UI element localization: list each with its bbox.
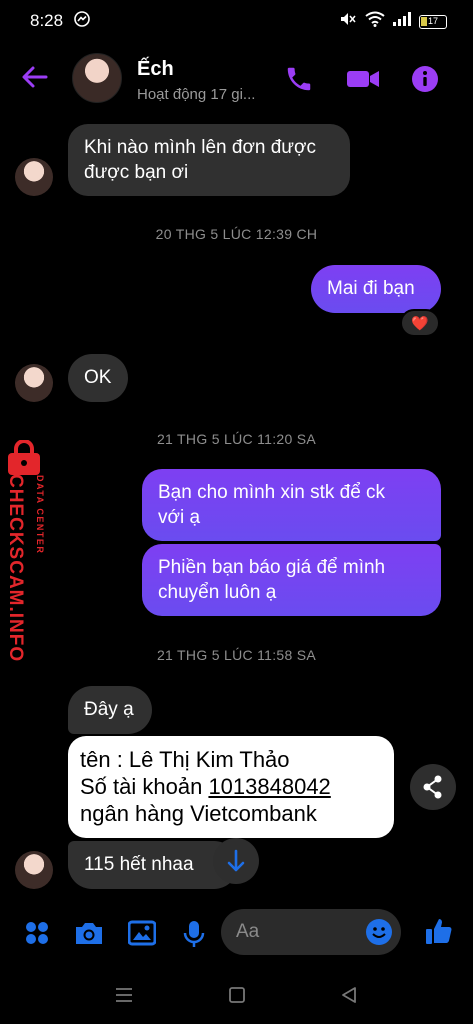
more-options-icon[interactable]	[24, 920, 50, 951]
account-number[interactable]: 1013848042	[208, 774, 330, 799]
info-icon[interactable]	[410, 64, 440, 99]
messenger-notification-icon	[74, 11, 90, 32]
message-bubble-incoming[interactable]: Khi nào mình lên đơn được được bạn ơi	[68, 124, 350, 196]
conversation-header: Ếch Hoạt động 17 gi...	[0, 46, 473, 114]
back-nav-icon[interactable]	[340, 986, 358, 1009]
message-bubble-outgoing[interactable]: Mai đi bạn	[311, 265, 441, 313]
sender-avatar[interactable]	[15, 851, 53, 889]
message-timestamp: 20 THG 5 LÚC 12:39 CH	[155, 226, 318, 242]
contact-active-status: Hoạt động 17 gi...	[137, 86, 256, 103]
gallery-icon[interactable]	[127, 920, 157, 951]
watermark: DATA CENTER CHECKSCAM.INFO	[0, 439, 52, 670]
heart-reaction-icon[interactable]: ❤️	[400, 309, 440, 337]
mute-icon	[337, 11, 357, 32]
message-input-placeholder: Aa	[236, 921, 260, 942]
watermark-site: CHECKSCAM.INFO	[5, 474, 26, 663]
battery-icon: 17	[419, 14, 447, 29]
message-bubble-outgoing[interactable]: Bạn cho mình xin stk để ck với ạ	[142, 469, 441, 541]
watermark-subtitle: DATA CENTER	[35, 475, 45, 555]
message-bubble-incoming[interactable]: Đây ạ	[68, 686, 152, 734]
bank-account-message[interactable]: tên : Lê Thị Kim Thảo Số tài khoản 10138…	[68, 736, 394, 838]
message-timestamp: 21 THG 5 LÚC 11:58 SA	[156, 647, 317, 663]
menu-nav-icon[interactable]	[115, 986, 133, 1009]
signal-icon	[393, 12, 411, 31]
sender-avatar[interactable]	[15, 364, 53, 402]
share-button[interactable]	[410, 764, 456, 810]
home-nav-icon[interactable]	[228, 986, 246, 1009]
message-input[interactable]: Aa	[221, 909, 401, 955]
status-bar: 8:28 17	[0, 0, 473, 40]
status-time: 8:28	[30, 11, 64, 30]
back-arrow-icon[interactable]	[20, 62, 50, 97]
camera-icon[interactable]	[74, 920, 104, 951]
contact-avatar[interactable]	[72, 53, 122, 103]
wifi-icon	[365, 11, 385, 32]
scroll-to-bottom-button[interactable]	[213, 838, 259, 884]
emoji-icon[interactable]	[365, 918, 393, 951]
like-thumbs-up-icon[interactable]	[424, 916, 454, 951]
message-timestamp: 21 THG 5 LÚC 11:20 SA	[156, 431, 317, 447]
microphone-icon[interactable]	[183, 920, 205, 953]
message-bubble-incoming[interactable]: OK	[68, 354, 128, 402]
contact-name[interactable]: Ếch	[137, 58, 174, 81]
video-call-icon[interactable]	[346, 64, 380, 99]
phone-call-icon[interactable]	[284, 64, 314, 99]
system-navigation-bar	[0, 970, 473, 1024]
message-bubble-outgoing[interactable]: Phiền bạn báo giá để mình chuyển luôn ạ	[142, 544, 441, 616]
message-composer: Aa	[0, 900, 473, 964]
sender-avatar[interactable]	[15, 158, 53, 196]
